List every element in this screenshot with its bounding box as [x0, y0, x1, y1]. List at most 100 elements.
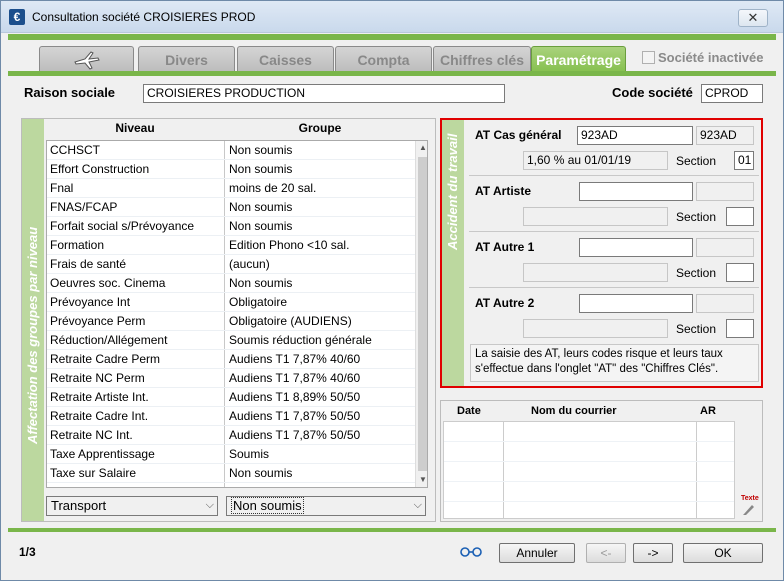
list-scrollbar[interactable]: ▲ ▼: [415, 141, 427, 487]
code-societe-label: Code société: [612, 85, 693, 100]
section-divider: [469, 175, 759, 176]
page-indicator: 1/3: [19, 545, 36, 559]
table-row[interactable]: Retraite Cadre Perm Audiens T1 7,87% 40/6…: [47, 350, 427, 369]
texte-tool[interactable]: Texte: [741, 495, 759, 519]
table-row[interactable]: Retraite NC Perm Audiens T1 7,87% 40/60: [47, 369, 427, 388]
table-row[interactable]: CCHSCT Non soumis: [47, 141, 427, 160]
table-row[interactable]: Taxe sur Salaire Non soumis: [47, 464, 427, 483]
pencil-icon: [743, 505, 754, 515]
groupe-cell: Non soumis: [229, 143, 293, 157]
groupe-cell: Soumis: [229, 447, 270, 461]
table-row[interactable]: Fnal moins de 20 sal.: [47, 179, 427, 198]
glasses-icon[interactable]: [460, 546, 482, 558]
at-cas-general-section-input[interactable]: 01: [734, 151, 754, 170]
table-row[interactable]: Frais de santé (aucun): [47, 255, 427, 274]
title-bar: € Consultation société CROISIERES PROD ✕: [1, 1, 783, 33]
groupe-select-value: Non soumis: [231, 497, 304, 514]
niveau-cell: Retraite Cadre Int.: [50, 409, 149, 423]
at-autre2-label: AT Autre 2: [475, 296, 535, 310]
raison-sociale-input[interactable]: CROISIERES PRODUCTION: [143, 84, 505, 103]
main-window: € Consultation société CROISIERES PROD ✕…: [0, 0, 784, 581]
next-button[interactable]: ->: [633, 543, 673, 563]
at-autre1-taux: [523, 263, 668, 282]
at-autre1-section-input[interactable]: [726, 263, 754, 282]
window-title: Consultation société CROISIERES PROD: [32, 10, 256, 24]
table-row[interactable]: Retraite NC Int. Audiens T1 7,87% 50/50: [47, 426, 427, 445]
at-artiste-section-input[interactable]: [726, 207, 754, 226]
at-autre1-label: AT Autre 1: [475, 240, 535, 254]
close-button[interactable]: ✕: [738, 9, 768, 27]
table-row[interactable]: FNAS/FCAP Non soumis: [47, 198, 427, 217]
societe-inactive-label: Société inactivée: [658, 50, 764, 65]
groupe-cell: Audiens T1 7,87% 40/60: [229, 371, 361, 385]
groupe-cell: Non soumis: [229, 466, 293, 480]
table-row[interactable]: Effort Construction Non soumis: [47, 160, 427, 179]
table-row[interactable]: Prévoyance Perm Obligatoire (AUDIENS): [47, 312, 427, 331]
at-cas-general-code-input[interactable]: 923AD: [577, 126, 693, 145]
at-artiste-label: AT Artiste: [475, 184, 532, 198]
courrier-col-sep: [503, 422, 504, 518]
tab-parametrage[interactable]: Paramétrage: [531, 46, 626, 72]
list-rows: CCHSCT Non soumis Effort Construction Non s…: [47, 141, 427, 487]
table-row[interactable]: Prévoyance Int Obligatoire: [47, 293, 427, 312]
at-autre1-code-input[interactable]: [579, 238, 693, 257]
tab-divers[interactable]: Divers: [138, 46, 235, 72]
at-autre2-code-input[interactable]: [579, 294, 693, 313]
table-row[interactable]: Oeuvres soc. Cinema Non soumis: [47, 274, 427, 293]
code-societe-input[interactable]: CPROD: [701, 84, 763, 103]
section-label: Section: [676, 322, 717, 336]
table-row[interactable]: Retraite Cadre Int. Audiens T1 7,87% 50/5…: [47, 407, 427, 426]
annuler-button[interactable]: Annuler: [499, 543, 575, 563]
table-row[interactable]: Retraite Artiste Int. Audiens T1 8,89% 50…: [47, 388, 427, 407]
groupe-select[interactable]: Non soumis ⌵: [226, 496, 426, 516]
at-cas-general-label: AT Cas général: [475, 128, 562, 142]
table-row[interactable]: Forfait social s/Prévoyance Non soumis: [47, 217, 427, 236]
tab-plane[interactable]: [39, 46, 134, 72]
raison-sociale-label: Raison sociale: [24, 85, 116, 100]
groupe-cell: Audiens T1 7,87% 40/60: [229, 352, 361, 366]
table-row[interactable]: Réduction/Allégement Soumis réduction gén…: [47, 331, 427, 350]
bottom-green-bar: [8, 528, 776, 532]
niveau-cell: Prévoyance Int: [50, 295, 131, 309]
col-niveau: Niveau: [115, 121, 155, 135]
niveau-cell: Frais de santé: [50, 257, 127, 271]
affectation-list[interactable]: CCHSCT Non soumis Effort Construction Non s…: [46, 140, 428, 488]
tab-caisses[interactable]: Caisses: [237, 46, 334, 72]
groupe-cell: (aucun): [229, 257, 270, 271]
section-divider: [469, 287, 759, 288]
at-artiste-code-input[interactable]: [579, 182, 693, 201]
table-row[interactable]: Taxe Apprentissage Soumis: [47, 445, 427, 464]
niveau-cell: Taxe sur Salaire: [50, 466, 137, 480]
scroll-up-icon[interactable]: ▲: [416, 141, 427, 155]
table-row[interactable]: Formation Edition Phono <10 sal.: [47, 236, 427, 255]
accident-panel: Accident du travail AT Cas général 923AD…: [440, 118, 763, 388]
col-date: Date: [457, 405, 481, 417]
ok-button[interactable]: OK: [683, 543, 763, 563]
niveau-cell: Retraite Artiste Int.: [50, 390, 149, 404]
courrier-list[interactable]: [443, 421, 735, 519]
tab-underline-bar: [8, 71, 776, 76]
niveau-cell: FNAS/FCAP: [50, 200, 118, 214]
texte-label: Texte: [741, 495, 759, 502]
at-autre2-code2: [696, 294, 754, 313]
groupe-cell: Obligatoire (AUDIENS): [229, 314, 352, 328]
niveau-select-value: Transport: [51, 498, 107, 513]
niveau-cell: Oeuvres soc. Cinema: [50, 276, 166, 290]
at-cas-general-taux: 1,60 % au 01/01/19: [523, 151, 668, 170]
top-green-bar: [8, 34, 776, 40]
societe-inactive-checkbox[interactable]: [642, 51, 655, 64]
tab-chiffres-cles[interactable]: Chiffres clés: [433, 46, 531, 72]
prev-button[interactable]: <-: [586, 543, 626, 563]
app-euro-icon: €: [9, 9, 25, 25]
section-label: Section: [676, 210, 717, 224]
table-row[interactable]: Transport: [47, 483, 427, 487]
tab-compta[interactable]: Compta: [335, 46, 432, 72]
at-autre2-section-input[interactable]: [726, 319, 754, 338]
groupe-cell: Non soumis: [229, 276, 293, 290]
courrier-col-sep: [696, 422, 697, 518]
groupe-cell: Soumis réduction générale: [229, 333, 372, 347]
courrier-panel: Date Nom du courrier AR Texte: [440, 400, 763, 522]
scroll-thumb[interactable]: [418, 157, 427, 471]
niveau-select[interactable]: Transport ⌵: [46, 496, 218, 516]
scroll-down-icon[interactable]: ▼: [416, 473, 427, 487]
